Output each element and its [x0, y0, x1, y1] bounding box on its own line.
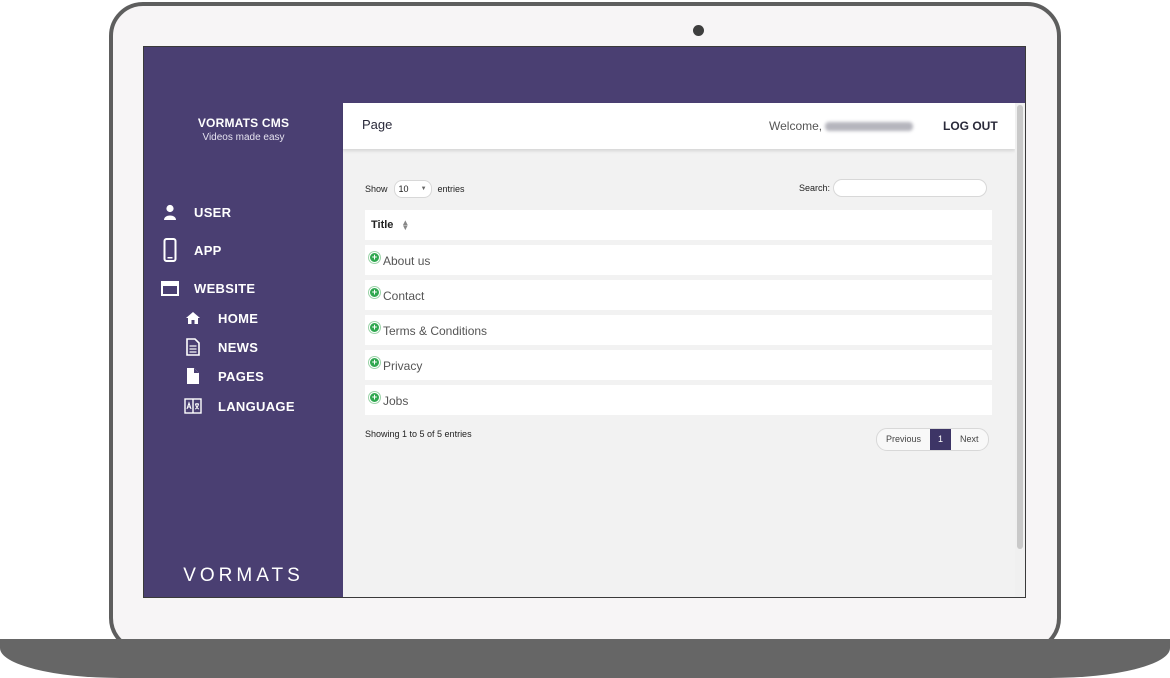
redacted-email — [825, 122, 914, 132]
table-row[interactable]: + Privacy — [365, 350, 992, 380]
show-label: Show — [365, 184, 388, 194]
home-icon — [183, 307, 203, 329]
laptop-base — [0, 639, 1170, 678]
sidebar-item-label: USER — [194, 204, 232, 220]
main-content: Page Welcome, LOG OUT Show 10 ▼ entries … — [343, 103, 1015, 597]
brand-title: VORMATS CMS — [197, 116, 290, 130]
sidebar-item-label: NEWS — [218, 339, 259, 355]
brand-subtitle: Videos made easy — [202, 132, 285, 143]
search-input[interactable] — [833, 179, 988, 197]
table-row[interactable]: + Jobs — [365, 385, 992, 415]
row-title: Jobs — [383, 394, 409, 408]
row-title: Contact — [383, 289, 425, 303]
next-button[interactable]: Next — [951, 429, 988, 450]
row-title: About us — [383, 254, 431, 268]
expand-plus-icon[interactable]: + — [369, 392, 380, 403]
table-row[interactable]: + Contact — [365, 280, 992, 310]
top-bar: Page Welcome, LOG OUT — [343, 103, 1015, 149]
table-info: Showing 1 to 5 of 5 entries — [365, 429, 472, 439]
sidebar-item-user[interactable]: USER — [160, 201, 231, 223]
search-label: Search: — [799, 183, 831, 193]
sidebar-item-label: APP — [194, 242, 222, 258]
entries-label: entries — [437, 184, 465, 194]
expand-plus-icon[interactable]: + — [369, 252, 380, 263]
sidebar: VORMATS CMS Videos made easy USER APP WE… — [144, 103, 343, 597]
welcome-message: Welcome, — [769, 119, 914, 133]
phone-icon — [160, 238, 180, 262]
expand-plus-icon[interactable]: + — [369, 322, 380, 333]
camera-icon — [693, 25, 704, 36]
column-header-title[interactable]: Title ▲ ▼ — [365, 210, 992, 240]
previous-button[interactable]: Previous — [877, 429, 930, 450]
brand: VORMATS CMS Videos made easy — [144, 116, 343, 143]
pagination: Previous 1 Next — [876, 428, 989, 451]
file-icon — [183, 365, 203, 387]
sidebar-item-label: PAGES — [218, 368, 265, 384]
sidebar-item-pages[interactable]: PAGES — [183, 365, 264, 387]
table-row[interactable]: + About us — [365, 245, 992, 275]
search-control: Search: — [799, 179, 988, 197]
sidebar-item-label: WEBSITE — [194, 280, 256, 296]
sidebar-item-news[interactable]: NEWS — [183, 336, 258, 358]
sidebar-item-label: HOME — [218, 310, 259, 326]
screen: VORMATS CMS Videos made easy USER APP WE… — [143, 46, 1026, 598]
table-row[interactable]: + Terms & Conditions — [365, 315, 992, 345]
expand-plus-icon[interactable]: + — [369, 357, 380, 368]
sidebar-item-label: LANGUAGE — [218, 398, 295, 414]
row-title: Terms & Conditions — [383, 324, 488, 338]
scrollbar[interactable] — [1015, 103, 1025, 597]
page-length-select[interactable]: 10 ▼ — [393, 180, 432, 198]
sidebar-item-website[interactable]: WEBSITE — [160, 277, 255, 299]
caret-down-icon: ▼ — [420, 186, 427, 192]
page-length-value: 10 — [398, 184, 409, 194]
welcome-label: Welcome, — [769, 119, 823, 133]
column-header-label: Title — [371, 219, 394, 231]
vormats-logo: VORMATS — [183, 565, 304, 586]
pages-table: Title ▲ ▼ + About us + Contact + Terms & … — [365, 210, 992, 420]
sidebar-item-language[interactable]: LANGUAGE — [183, 395, 295, 417]
sort-icon: ▲ ▼ — [401, 218, 410, 232]
page-title: Page — [362, 117, 393, 132]
logout-button[interactable]: LOG OUT — [943, 119, 998, 133]
browser-window-icon — [160, 277, 180, 299]
scrollbar-thumb[interactable] — [1017, 105, 1023, 549]
page-1-button[interactable]: 1 — [930, 429, 952, 450]
sidebar-item-home[interactable]: HOME — [183, 307, 258, 329]
document-lines-icon — [183, 336, 203, 358]
sidebar-item-app[interactable]: APP — [160, 238, 222, 262]
expand-plus-icon[interactable]: + — [369, 287, 380, 298]
page-length-control: Show 10 ▼ entries — [365, 180, 465, 198]
row-title: Privacy — [383, 359, 423, 373]
user-icon — [160, 201, 180, 223]
translate-icon — [183, 395, 203, 417]
